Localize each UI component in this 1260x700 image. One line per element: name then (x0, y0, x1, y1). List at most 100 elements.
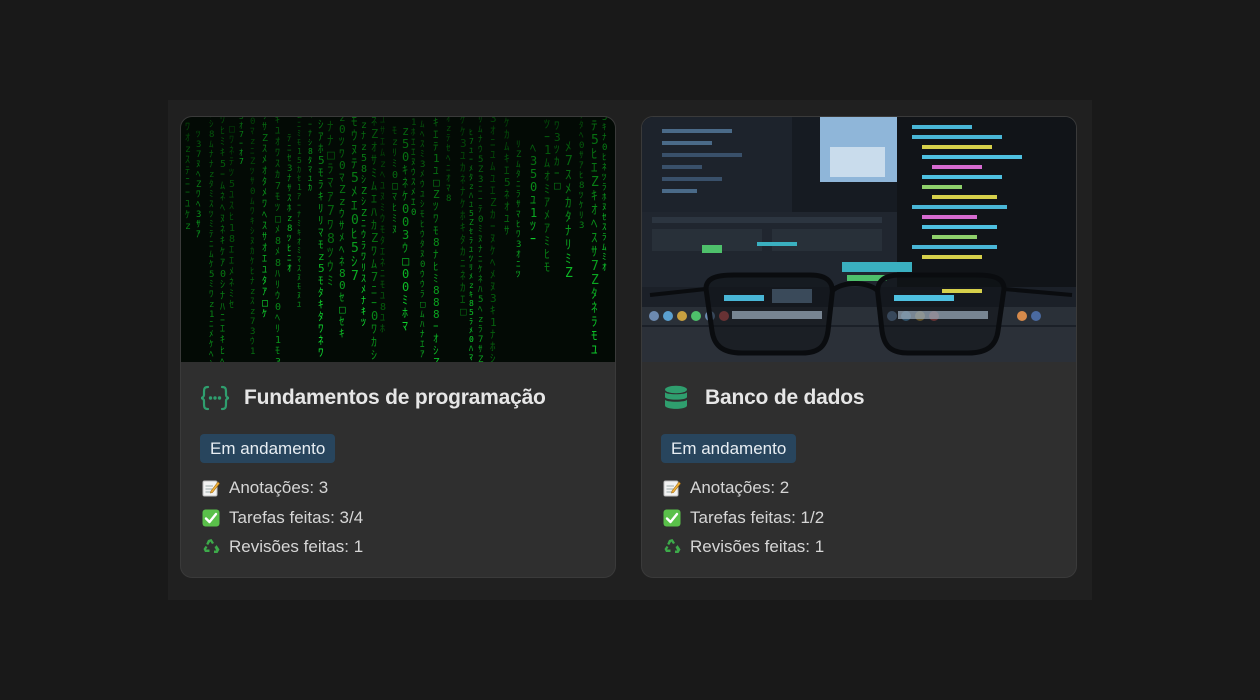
svg-text:8: 8 (446, 194, 451, 204)
svg-text:ﾈ: ﾈ (602, 162, 607, 173)
svg-text:ﾂ: ﾂ (544, 117, 550, 131)
svg-text:ﾓ: ﾓ (591, 329, 598, 344)
check-mark-icon (662, 508, 682, 528)
svg-text:ﾐ: ﾐ (392, 214, 397, 225)
page-card-fundamentos[interactable]: ﾜｵzｽﾃﾆｰﾕｹzﾂ37ﾇﾍZﾜﾍ3ｻｱﾐｱｼ8ﾑﾅﾅzﾀﾐｽﾂﾐﾃﾆﾑｹ5ﾐ… (180, 116, 616, 578)
svg-text:ﾅ: ﾅ (420, 329, 425, 340)
svg-text:ﾐ: ﾐ (297, 129, 301, 138)
svg-text:ｶ: ｶ (297, 165, 301, 174)
svg-text:ｽ: ｽ (602, 223, 607, 233)
svg-text:ﾑ: ﾑ (544, 156, 550, 170)
svg-text:z: z (446, 124, 451, 134)
svg-text:ﾃ: ﾃ (478, 204, 483, 215)
svg-text:0: 0 (402, 215, 409, 229)
svg-text:ﾑ: ﾑ (371, 179, 377, 193)
svg-text:ﾋ: ﾋ (516, 219, 521, 230)
svg-text:ﾗ: ﾗ (469, 317, 473, 326)
svg-text:ｵ: ｵ (446, 117, 451, 124)
svg-text:ｼ: ｼ (220, 280, 225, 291)
svg-text:ｵ: ｵ (262, 242, 267, 254)
svg-text:ﾅ: ﾅ (209, 159, 214, 170)
svg-text:ｳ: ｳ (250, 336, 255, 347)
svg-text:Z: Z (591, 273, 599, 288)
svg-text:5: 5 (402, 137, 409, 151)
svg-text:ﾆ: ﾆ (287, 254, 292, 264)
svg-text:ﾀ: ﾀ (420, 239, 425, 250)
svg-text:ｻ: ｻ (287, 183, 292, 194)
svg-text:ﾕ: ﾕ (380, 313, 385, 324)
svg-text:ｹ: ｹ (250, 256, 255, 267)
svg-text:ﾕ: ﾕ (380, 117, 385, 126)
svg-text:ﾀ: ﾀ (469, 173, 473, 182)
svg-text:ｱ: ｱ (262, 287, 267, 298)
svg-text:7: 7 (239, 157, 244, 166)
svg-text:ﾕ: ﾕ (297, 300, 301, 309)
svg-text:ﾃ: ﾃ (185, 166, 190, 177)
svg-text:1: 1 (250, 347, 255, 357)
svg-text:ｵ: ｵ (591, 203, 598, 218)
svg-text:ﾗ: ﾗ (602, 182, 607, 193)
svg-text:ﾘ: ﾘ (275, 280, 280, 291)
svg-text:ﾋ: ﾋ (591, 147, 598, 162)
page-card-banco-de-dados[interactable]: Banco de dados Em andamento Anotações: 2 (641, 116, 1077, 578)
svg-text:□: □ (262, 298, 268, 309)
svg-text:ｽ: ｽ (275, 159, 280, 170)
svg-text:7: 7 (371, 270, 378, 284)
svg-text:ﾂ: ﾂ (196, 130, 201, 140)
svg-text:ｼ: ｼ (420, 200, 425, 210)
svg-text:ｰ: ｰ (239, 139, 243, 148)
svg-text:ﾍ: ﾍ (275, 313, 280, 324)
annotations-label: Anotações: 2 (690, 478, 790, 497)
svg-text:7: 7 (351, 269, 359, 284)
svg-text:ﾕ: ﾕ (469, 245, 473, 254)
svg-text:0: 0 (402, 202, 409, 216)
svg-text:ﾂ: ﾂ (209, 210, 214, 220)
svg-text:ﾏ: ﾏ (516, 210, 521, 220)
svg-text:ﾐ: ﾐ (392, 159, 397, 170)
svg-text:8: 8 (275, 258, 281, 269)
svg-text:ﾕ: ﾕ (591, 343, 598, 358)
svg-text:z: z (250, 307, 255, 317)
card-title[interactable]: Fundamentos de programação (244, 386, 546, 410)
svg-text:ﾋ: ﾋ (229, 211, 234, 223)
svg-text:ｼ: ｼ (308, 138, 312, 147)
svg-text:ｴ: ｴ (371, 192, 377, 206)
svg-text:ﾐ: ﾐ (297, 246, 301, 255)
memo-icon (201, 478, 221, 498)
svg-text:ﾅ: ﾅ (478, 244, 483, 255)
svg-text:□: □ (420, 300, 426, 310)
svg-text:ﾜ: ﾜ (516, 230, 521, 240)
svg-text:ｱ: ｱ (196, 230, 201, 240)
svg-text:ｳ: ｳ (361, 229, 366, 241)
svg-text:ｰ: ｰ (544, 130, 550, 144)
svg-text:ｵ: ｵ (516, 249, 521, 260)
svg-text:ｴ: ｴ (351, 199, 358, 214)
svg-text:z: z (361, 142, 367, 153)
svg-text:ﾃ: ﾃ (591, 119, 598, 134)
svg-text:Z: Z (371, 127, 378, 141)
svg-text:ｴ: ｴ (220, 324, 225, 335)
svg-text:ﾐ: ﾐ (371, 166, 377, 180)
svg-text:ｰ: ｰ (308, 120, 312, 129)
svg-text:ｵ: ｵ (239, 121, 243, 130)
svg-text:ｽ: ｽ (297, 264, 301, 273)
svg-text:ﾑ: ﾑ (380, 148, 385, 159)
svg-text:5: 5 (220, 159, 226, 170)
svg-text:ﾕ: ﾕ (275, 126, 280, 137)
svg-text:ﾊ: ﾊ (478, 285, 483, 295)
svg-text:7: 7 (275, 181, 281, 192)
card-title[interactable]: Banco de dados (705, 386, 865, 410)
svg-text:ﾅ: ﾅ (327, 134, 334, 149)
svg-text:ﾈ: ﾈ (478, 274, 483, 285)
svg-text:3: 3 (196, 140, 201, 150)
svg-text:ｻ: ｻ (371, 153, 377, 167)
svg-text:ｱ: ｱ (220, 258, 225, 269)
svg-text:ｶ: ｶ (565, 196, 572, 211)
svg-text:ﾑ: ﾑ (371, 257, 377, 271)
svg-text:3: 3 (196, 210, 201, 220)
svg-text:ｹ: ｹ (209, 259, 214, 270)
svg-text:z: z (478, 315, 483, 325)
svg-text:ﾑ: ﾑ (516, 160, 521, 170)
svg-text:ｳ: ｳ (380, 213, 385, 225)
cover-image-monitor (642, 117, 1076, 362)
